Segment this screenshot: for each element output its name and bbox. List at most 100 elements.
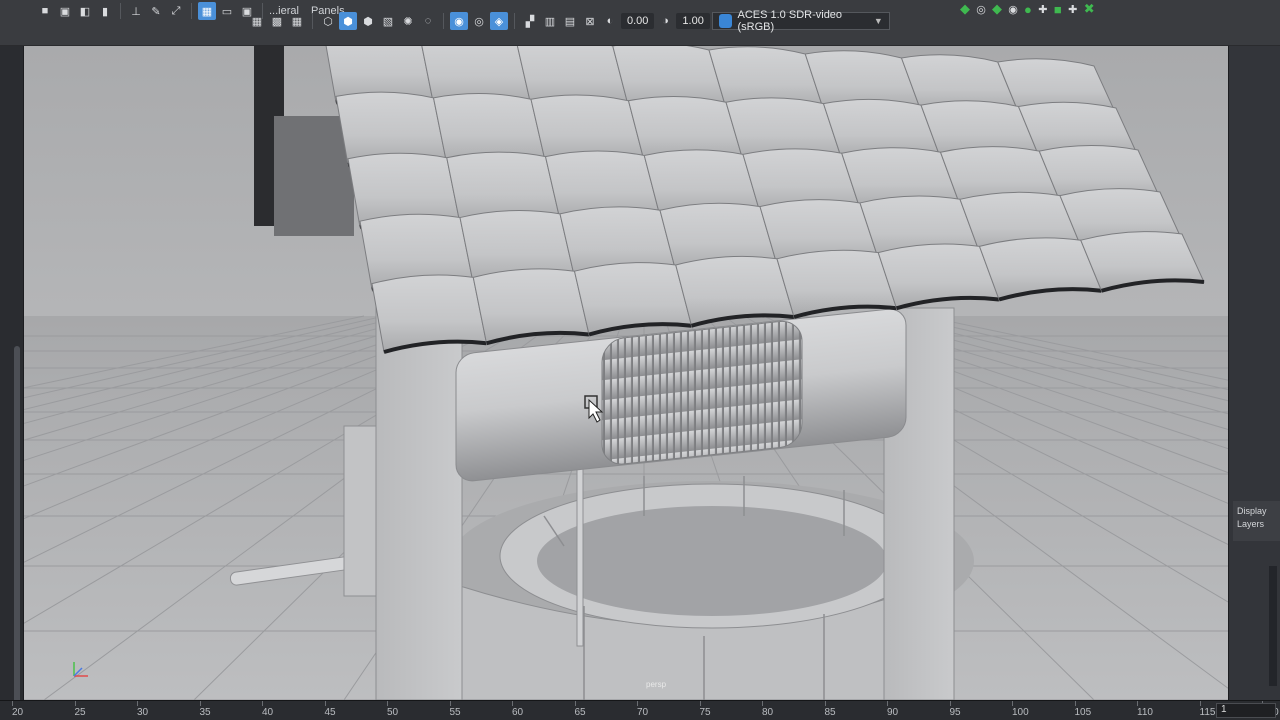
time-tick-mark xyxy=(137,701,138,706)
color-management-select[interactable]: ACES 1.0 SDR-video (sRGB) ▼ xyxy=(711,9,890,33)
gamma-field[interactable]: 1.00 xyxy=(676,13,710,29)
right-scrollbar[interactable] xyxy=(1269,566,1277,686)
time-tick-label: 70 xyxy=(637,707,649,718)
time-tick-mark xyxy=(1137,701,1138,706)
xray-icon[interactable]: ◎ xyxy=(470,12,488,30)
background-block xyxy=(274,116,354,236)
time-tick-mark xyxy=(574,701,576,706)
scene-canvas[interactable] xyxy=(24,46,1228,700)
default-material-icon[interactable]: ⬡ xyxy=(319,12,337,30)
gamma-icon[interactable]: ▥ xyxy=(541,12,559,30)
time-tick-label: 45 xyxy=(324,707,336,718)
toolbar-row-display: ▦ ▩ ▦ ⬡ ⬢ ⬢ ▧ ✺ ◌ ◉ ◎ ◈ ▞ ▥ ▤ ⊠ ◐ 0.00 ◑… xyxy=(248,9,890,33)
smooth-shade-icon[interactable]: ▩ xyxy=(268,12,286,30)
winch-rope-coil xyxy=(601,320,803,465)
toolbar-divider xyxy=(191,3,192,19)
motion-blur-icon[interactable]: ◌ xyxy=(419,12,437,30)
render-icon[interactable]: ✚ xyxy=(1034,0,1052,18)
toolbar-divider xyxy=(443,13,444,29)
camera-select-icon[interactable]: ■ xyxy=(36,2,54,20)
exposure-field[interactable]: 0.00 xyxy=(621,13,655,29)
time-tick-label: 25 xyxy=(74,707,86,718)
ipr-render-icon[interactable]: ■ xyxy=(1054,2,1062,17)
time-tick-mark xyxy=(262,701,263,706)
exposure-dial-icon[interactable]: ◐ xyxy=(601,12,619,30)
snap-view-icon[interactable]: ◉ xyxy=(1004,0,1022,18)
color-management-icon xyxy=(718,14,732,28)
image-plane-icon[interactable]: ⊥ xyxy=(127,2,145,20)
ambient-occlusion-icon[interactable]: ✺ xyxy=(399,12,417,30)
time-tick-label: 80 xyxy=(762,707,774,718)
snap-point-icon[interactable]: ◆ xyxy=(992,1,1002,17)
time-tick-label: 90 xyxy=(887,707,899,718)
isolate-select-icon[interactable]: ◉ xyxy=(450,12,468,30)
layers-tab-label[interactable]: Layers xyxy=(1237,518,1277,531)
time-tick-mark xyxy=(887,701,888,706)
textured-icon[interactable]: ⬢ xyxy=(339,12,357,30)
chevron-down-icon: ▼ xyxy=(873,16,883,26)
time-tick-mark xyxy=(12,701,13,706)
left-tool-panel xyxy=(0,46,24,720)
time-tick-label: 100 xyxy=(1012,707,1029,718)
toolbar-divider xyxy=(514,13,515,29)
camera-attributes-icon[interactable]: ▣ xyxy=(56,2,74,20)
render-settings-icon[interactable]: ✚ xyxy=(1064,0,1082,18)
time-tick-mark xyxy=(449,701,451,706)
grease-pencil-icon[interactable]: ✎ xyxy=(147,2,165,20)
2d-pan-zoom-icon[interactable]: ⤢ xyxy=(167,2,185,20)
time-tick-mark xyxy=(324,701,326,706)
time-tick-label: 115 xyxy=(1199,707,1216,718)
time-tick-mark xyxy=(699,701,701,706)
time-tick-label: 75 xyxy=(699,707,711,718)
time-tick-mark xyxy=(949,701,951,706)
snap-surface-icon[interactable]: ● xyxy=(1024,2,1032,17)
view-transform-icon[interactable]: ⊠ xyxy=(581,12,599,30)
use-lights-icon[interactable]: ⬢ xyxy=(359,12,377,30)
display-tab-label[interactable]: Display xyxy=(1237,505,1277,518)
snap-grid-icon[interactable]: ◆ xyxy=(960,1,970,17)
time-tick-label: 35 xyxy=(199,707,211,718)
time-tick-mark xyxy=(199,701,201,706)
color-management-label: ACES 1.0 SDR-video (sRGB) xyxy=(737,9,843,33)
post-left xyxy=(375,305,463,700)
time-tick-label: 40 xyxy=(262,707,274,718)
camera-name-label: persp xyxy=(646,680,667,689)
bucket-rope xyxy=(576,465,584,647)
axis-indicator xyxy=(70,658,94,685)
display-layers-tab[interactable]: Display Layers xyxy=(1233,501,1280,541)
time-tick-mark xyxy=(512,701,513,706)
time-tick-label: 95 xyxy=(949,707,961,718)
time-tick-label: 65 xyxy=(574,707,586,718)
perspective-viewport[interactable]: persp xyxy=(24,46,1228,700)
xray-components-icon[interactable]: ▞ xyxy=(521,12,539,30)
grid-toggle-icon[interactable]: ▦ xyxy=(198,2,216,20)
time-tick-mark xyxy=(387,701,388,706)
toolbar-divider xyxy=(120,3,121,19)
time-tick-mark xyxy=(74,701,76,706)
left-scrollbar[interactable] xyxy=(14,346,20,720)
current-frame-field[interactable]: 1 xyxy=(1216,703,1276,718)
hypershade-icon[interactable]: ✖ xyxy=(1084,1,1095,17)
snap-curve-icon[interactable]: ◎ xyxy=(972,0,990,18)
wireframe-icon[interactable]: ▦ xyxy=(248,12,266,30)
time-tick-mark xyxy=(762,701,763,706)
time-tick-label: 85 xyxy=(824,707,836,718)
time-tick-mark xyxy=(637,701,638,706)
exposure-icon[interactable]: ▤ xyxy=(561,12,579,30)
time-tick-mark xyxy=(1199,701,1201,706)
time-tick-mark xyxy=(1012,701,1013,706)
gamma-dial-icon[interactable]: ◑ xyxy=(656,12,674,30)
time-tick-label: 110 xyxy=(1137,707,1153,718)
xray-joints-icon[interactable]: ◈ xyxy=(490,12,508,30)
time-slider[interactable]: 20 25 30 35 40 45 50 55 60 65 70 75 80 85 90 95 100 105 11… xyxy=(0,700,1280,720)
film-gate-icon[interactable]: ▭ xyxy=(218,2,236,20)
time-tick-label: 55 xyxy=(449,707,461,718)
well-opening xyxy=(537,506,887,616)
wireframe-on-shaded-icon[interactable]: ▦ xyxy=(288,12,306,30)
status-icons: ◆ ◎ ◆ ◉ ● ✚ ■ ✚ ✖ xyxy=(960,0,1095,18)
bookmarks-icon[interactable]: ◧ xyxy=(76,2,94,20)
viewport-toolbar: ■ ▣ ◧ ▮ ⊥ ✎ ⤢ ▦ ▭ ▣ ...ieral Panels ◆ ◎ … xyxy=(0,0,1280,46)
shadows-icon[interactable]: ▧ xyxy=(379,12,397,30)
right-channel-box: Display Layers xyxy=(1228,46,1280,700)
bookmark-flag-icon[interactable]: ▮ xyxy=(96,2,114,20)
